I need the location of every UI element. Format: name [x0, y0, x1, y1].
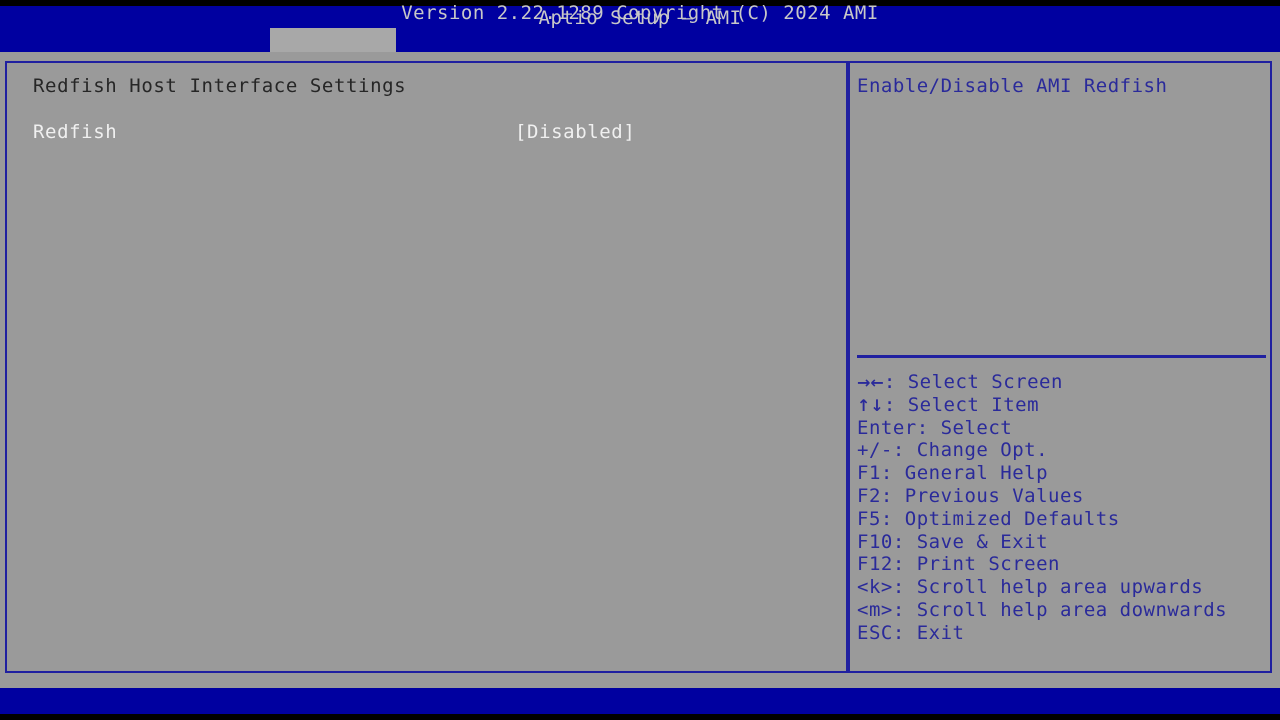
key-legend-key: F2 [857, 484, 881, 507]
setting-row-redfish[interactable]: Redfish [Disabled] [33, 120, 823, 144]
key-legend-item: <k>: Scroll help area upwards [857, 576, 1267, 599]
key-legend-key: F12 [857, 553, 893, 576]
key-legend-key: <m> [857, 598, 893, 621]
key-legend-text: : Optimized Defaults [880, 507, 1120, 530]
key-legend-key: ESC [857, 621, 893, 644]
key-legend-key: F1 [857, 462, 881, 485]
key-legend-text: : Previous Values [880, 484, 1084, 507]
key-legend-text: : Select Screen [883, 371, 1063, 393]
bottom-black-bar [0, 714, 1280, 720]
version-text: Version 2.22.1289 Copyright (C) 2024 AMI [401, 2, 879, 24]
key-legend-text: : Scroll help area upwards [892, 576, 1204, 599]
key-legend-key: F5 [857, 507, 881, 530]
setting-label-redfish: Redfish [33, 121, 118, 143]
key-legend-item: →←: Select Screen [857, 371, 1267, 394]
key-legend-item: +/-: Change Opt. [857, 439, 1267, 462]
key-legend-item: F12: Print Screen [857, 553, 1267, 576]
arrow-up-down-icon: ↑↓ [857, 395, 884, 415]
key-legend-item: F2: Previous Values [857, 485, 1267, 508]
key-legend-key: F10 [857, 530, 893, 553]
help-divider [857, 355, 1266, 358]
key-legend-text: : Save & Exit [892, 530, 1049, 553]
key-legend-text: : Exit [892, 621, 965, 644]
bios-setup-screen: Aptio Setup – AMI Advanced Redfish Host … [0, 0, 1280, 720]
footer-bar [0, 688, 1280, 714]
keyboard-legend: →←: Select Screen ↑↓: Select Item Enter:… [857, 371, 1267, 645]
section-heading: Redfish Host Interface Settings [33, 75, 407, 97]
key-legend-key: Enter [857, 416, 917, 439]
key-legend-text: : General Help [880, 462, 1049, 485]
key-legend-item: Enter: Select [857, 417, 1267, 440]
key-legend-text: : Select Item [883, 393, 1040, 416]
key-legend-key: <k> [857, 576, 893, 599]
key-legend-key: +/- [857, 439, 893, 462]
key-legend-item: F10: Save & Exit [857, 531, 1267, 554]
key-legend-text: : Scroll help area downwards [892, 598, 1228, 621]
setting-value-redfish[interactable]: [Disabled] [515, 120, 635, 144]
key-legend-text: : Change Opt. [892, 439, 1049, 462]
key-legend-item: ↑↓: Select Item [857, 394, 1267, 417]
key-legend-text: : Select [916, 416, 1013, 439]
key-legend-item: ESC: Exit [857, 622, 1267, 645]
help-description: Enable/Disable AMI Redfish [857, 75, 1168, 97]
key-legend-item: F5: Optimized Defaults [857, 508, 1267, 531]
key-legend-text: : Print Screen [892, 553, 1060, 576]
settings-panel [5, 61, 848, 673]
tab-advanced[interactable]: Advanced [270, 28, 413, 76]
key-legend-item: <m>: Scroll help area downwards [857, 599, 1267, 622]
arrow-right-left-icon: →← [857, 373, 884, 392]
key-legend-item: F1: General Help [857, 462, 1267, 485]
